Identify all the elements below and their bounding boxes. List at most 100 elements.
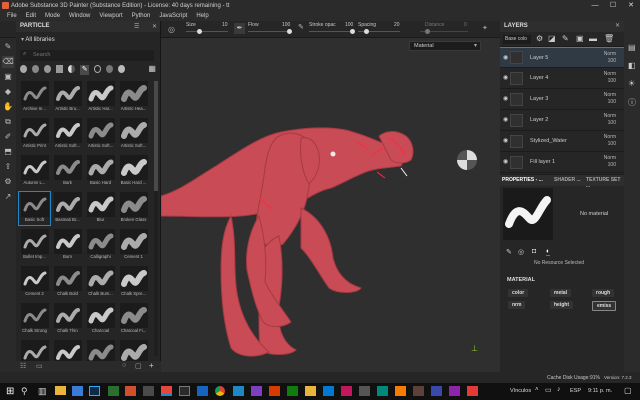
layer-opacity[interactable]: 100 — [608, 99, 616, 105]
app-icon-17[interactable] — [413, 386, 424, 396]
viewport[interactable]: Material ▾ ⊥ — [161, 38, 500, 372]
menu-window[interactable]: Window — [69, 13, 90, 19]
add-folder-icon[interactable]: ▬ — [589, 34, 597, 43]
brush-thumbnail[interactable]: Chalk Thin — [52, 303, 83, 336]
stroke-opacity-slider[interactable] — [309, 31, 354, 32]
taskbar-search-icon[interactable]: ⚲ — [21, 386, 28, 397]
material-icon[interactable]: ◐ — [546, 248, 551, 256]
layer-blend-mode[interactable]: Norm — [604, 51, 616, 57]
brush-thumbnail[interactable]: Blur — [85, 192, 116, 225]
app-icon-7[interactable] — [233, 386, 244, 396]
channel-height-button[interactable]: height — [550, 301, 573, 309]
spacing-slider-handle[interactable] — [364, 29, 369, 34]
filter-alphas-icon[interactable] — [118, 65, 126, 73]
brush-settings-icon[interactable]: ✎ — [506, 248, 512, 256]
shelf-menu-icon[interactable]: ☰ — [134, 23, 139, 30]
brush-thumbnail[interactable]: Chalk Bum... — [85, 266, 116, 299]
maximize-button[interactable]: ☐ — [604, 0, 622, 11]
menu-mode[interactable]: Mode — [45, 13, 60, 19]
spacing-value[interactable]: 20 — [394, 22, 400, 28]
bake-icon[interactable]: ⬒ — [2, 146, 14, 158]
layer-blend-mode[interactable]: Norm — [604, 92, 616, 98]
tab-properties[interactable]: PROPERTIES - ... — [502, 177, 543, 183]
app-icon-6[interactable] — [197, 386, 208, 396]
brush-thumbnail[interactable]: Cement 2 — [19, 266, 50, 299]
flow-slider[interactable] — [248, 31, 292, 32]
app-icon-14[interactable] — [359, 386, 370, 396]
layer-blend-mode[interactable]: Norm — [604, 71, 616, 77]
layer-row[interactable]: ◉ Layer 3 Norm 100 — [500, 89, 624, 110]
add-fill-layer-icon[interactable]: ▣ — [576, 34, 584, 43]
brush-thumbnail[interactable]: Artistic Har... — [85, 81, 116, 114]
flow-slider-handle[interactable] — [287, 29, 292, 34]
size-slider[interactable] — [186, 31, 228, 32]
layer-opacity[interactable]: 100 — [608, 162, 616, 168]
visibility-eye-icon[interactable]: ◉ — [503, 95, 508, 102]
channel-color-button[interactable]: color — [508, 289, 529, 297]
visibility-eye-icon[interactable]: ◉ — [503, 74, 508, 81]
app-icon-20[interactable] — [467, 386, 478, 396]
brush-thumbnail[interactable]: Artistic Soft... — [118, 118, 149, 151]
size-value[interactable]: 10 — [222, 22, 228, 28]
shelf-new-icon[interactable]: ▢ — [135, 362, 142, 370]
navigation-gizmo[interactable] — [457, 150, 477, 170]
menu-javascript[interactable]: JavaScript — [159, 13, 187, 19]
brush-thumbnail[interactable]: Burn — [52, 229, 83, 262]
export-icon[interactable]: ⇪ — [2, 161, 14, 173]
layer-name[interactable]: Stylized_Water — [530, 138, 567, 144]
shelf-scrollbar-thumb[interactable] — [154, 81, 158, 191]
tray-label[interactable]: Vínculos — [510, 388, 531, 394]
brush-thumbnail[interactable]: Bullet Imp... — [19, 229, 50, 262]
start-icon[interactable]: ⊞ — [6, 386, 14, 397]
photoshop-icon[interactable] — [89, 386, 100, 396]
brush-thumbnail[interactable]: Basmati Br... — [52, 192, 83, 225]
visibility-eye-icon[interactable]: ◉ — [503, 116, 508, 123]
app-icon-9[interactable] — [269, 386, 280, 396]
layer-row[interactable]: ◉ Layer 4 Norm 100 — [500, 68, 624, 89]
layer-opacity[interactable]: 100 — [608, 58, 616, 64]
layer-row[interactable]: ◉ Fill layer 1 Norm 100 — [500, 152, 624, 173]
layers-close-icon[interactable]: ✕ — [615, 22, 620, 29]
share-icon[interactable]: ↗ — [2, 191, 14, 203]
layer-blend[interactable]: Norm 100 — [604, 92, 616, 106]
brush-thumbnail[interactable]: Chalk Strong — [19, 303, 50, 336]
layer-name[interactable]: Layer 2 — [530, 117, 548, 123]
visibility-eye-icon[interactable]: ◉ — [503, 158, 508, 165]
filter-environment-icon[interactable] — [106, 65, 114, 73]
chrome-icon[interactable] — [215, 386, 225, 396]
menu-help[interactable]: Help — [196, 13, 208, 19]
flow-toggle-icon[interactable]: ✒ — [234, 23, 245, 34]
projection-icon[interactable]: ▣ — [2, 71, 14, 83]
menu-python[interactable]: Python — [132, 13, 151, 19]
store-icon[interactable] — [72, 386, 83, 396]
app-icon-15[interactable] — [377, 386, 388, 396]
filter-particles-icon[interactable] — [94, 65, 102, 73]
app-icon-4[interactable] — [161, 386, 172, 396]
shelf-scrollbar[interactable] — [154, 81, 158, 356]
brush-thumbnail[interactable]: Autumn L... — [19, 155, 50, 188]
app-icon-1[interactable] — [108, 386, 119, 396]
brush-thumbnail[interactable]: Basic Soft — [18, 191, 51, 226]
brush-thumbnail[interactable]: Artistic Bru... — [52, 81, 83, 114]
add-effect-icon[interactable]: ⚙ — [536, 34, 543, 43]
layer-row[interactable]: ◉ Layer 2 Norm 100 — [500, 110, 624, 131]
brush-thumbnail[interactable]: Basic Hard — [85, 155, 116, 188]
app-icon-2[interactable] — [125, 386, 136, 396]
close-button[interactable]: ✕ — [622, 0, 640, 11]
size-icon[interactable]: ◎ — [168, 25, 175, 34]
menu-file[interactable]: File — [7, 13, 17, 19]
texture-set-dock-icon[interactable]: ◧ — [628, 61, 636, 70]
layer-blend[interactable]: Norm 100 — [604, 71, 616, 85]
shelf-list-icon[interactable]: ☷ — [20, 362, 26, 370]
app-icon-8[interactable] — [251, 386, 262, 396]
layer-name[interactable]: Layer 4 — [530, 75, 548, 81]
add-paint-layer-icon[interactable]: ✎ — [562, 34, 569, 43]
brush-thumbnail[interactable]: Chalk Spre... — [118, 266, 149, 299]
settings-icon[interactable]: ⚙ — [2, 176, 14, 188]
app-icon-18[interactable] — [431, 386, 442, 396]
clone-icon[interactable]: ⧉ — [2, 116, 14, 128]
layer-blend[interactable]: Norm 100 — [604, 51, 616, 65]
app-icon-19[interactable] — [449, 386, 460, 396]
brush-thumbnail[interactable]: Cement 1 — [118, 229, 149, 262]
stencil-icon[interactable]: ◘ — [532, 248, 536, 255]
